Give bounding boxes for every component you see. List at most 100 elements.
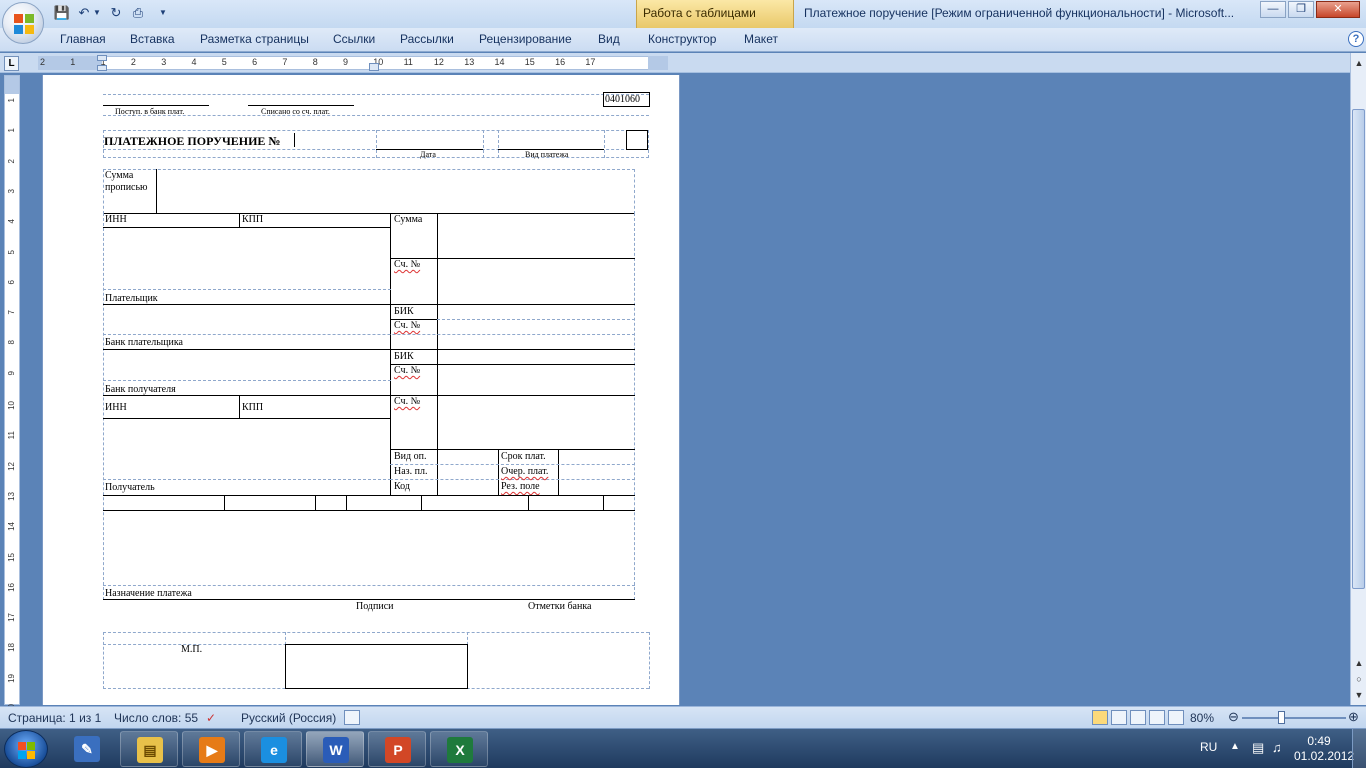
draft-view-icon[interactable] bbox=[1168, 710, 1184, 725]
clock-time: 0:49 bbox=[1307, 734, 1331, 748]
tab-view[interactable]: Вид bbox=[598, 32, 620, 46]
zoom-out-icon[interactable]: ⊖ bbox=[1228, 709, 1239, 725]
grid-line bbox=[634, 213, 635, 600]
minimize-button[interactable]: — bbox=[1260, 1, 1286, 18]
show-desktop-button[interactable] bbox=[1352, 729, 1366, 768]
payer-bik-label: БИК bbox=[394, 306, 414, 317]
line bbox=[421, 495, 422, 510]
undo-icon[interactable]: ↶ bbox=[74, 4, 94, 22]
close-button[interactable]: ✕ bbox=[1316, 1, 1360, 18]
outline-view-icon[interactable] bbox=[1149, 710, 1165, 725]
ruler-tick-label: 12 bbox=[433, 57, 444, 67]
print-layout-view-icon[interactable] bbox=[1092, 710, 1108, 725]
page-count[interactable]: Страница: 1 из 1 bbox=[8, 711, 101, 725]
line bbox=[103, 510, 635, 511]
print-icon[interactable]: ⎙ bbox=[128, 4, 148, 22]
tab-insert[interactable]: Вставка bbox=[130, 32, 175, 46]
line bbox=[239, 213, 240, 227]
ruler-tick-label: 2 bbox=[40, 57, 46, 67]
ruler-v-tick-label: 17 bbox=[7, 613, 16, 622]
proofing-icon[interactable]: ✓ bbox=[206, 711, 216, 725]
save-icon[interactable]: 💾 bbox=[52, 4, 72, 22]
excel-taskbar-button[interactable]: X bbox=[430, 731, 488, 767]
internet-explorer-icon: e bbox=[261, 737, 287, 763]
tab-review[interactable]: Рецензирование bbox=[479, 32, 572, 46]
office-button[interactable] bbox=[2, 2, 44, 44]
zoom-in-icon[interactable]: ⊕ bbox=[1348, 709, 1359, 725]
language-indicator[interactable]: Русский (Россия) bbox=[241, 711, 336, 725]
vertical-scrollbar[interactable]: ▲ ▲ ○ ▼ bbox=[1350, 53, 1366, 705]
grid-line bbox=[103, 289, 391, 290]
vertical-ruler[interactable]: 11234567891011121314151617181920 bbox=[4, 75, 20, 713]
volume-icon[interactable]: ♫ bbox=[1272, 740, 1282, 755]
line bbox=[103, 304, 635, 305]
powerpoint-taskbar-button[interactable]: P bbox=[368, 731, 426, 767]
scroll-up-icon[interactable]: ▲ bbox=[1353, 57, 1365, 69]
line-received bbox=[103, 105, 209, 106]
sum-label: Сумма bbox=[394, 214, 423, 225]
tab-design[interactable]: Конструктор bbox=[648, 32, 716, 46]
tab-mailings[interactable]: Рассылки bbox=[400, 32, 454, 46]
line bbox=[103, 213, 635, 214]
customize-qat-icon[interactable]: ▼ bbox=[156, 4, 170, 22]
ruler-tick-label: 11 bbox=[403, 57, 413, 67]
media-player-taskbar-button[interactable]: ▶ bbox=[182, 731, 240, 767]
ruler-v-tick-label: 2 bbox=[7, 158, 16, 164]
ruler-v-tick-label: 14 bbox=[7, 522, 16, 532]
line bbox=[603, 495, 604, 510]
folder-icon: ▤ bbox=[137, 737, 163, 763]
grid-line bbox=[648, 130, 649, 158]
first-line-indent-marker[interactable] bbox=[97, 55, 107, 61]
start-button[interactable] bbox=[4, 730, 48, 768]
previous-page-icon[interactable]: ▲ bbox=[1353, 657, 1365, 669]
network-icon[interactable]: ▤ bbox=[1252, 740, 1264, 756]
document-page[interactable]: 0401060 Поступ. в банк плат. Списано со … bbox=[42, 75, 680, 705]
help-icon[interactable]: ? bbox=[1348, 31, 1364, 47]
tab-page-layout[interactable]: Разметка страницы bbox=[200, 32, 309, 46]
line bbox=[103, 599, 635, 600]
web-layout-icon[interactable] bbox=[1130, 710, 1146, 725]
excel-icon: X bbox=[447, 737, 473, 763]
zoom-slider-thumb[interactable] bbox=[1278, 711, 1285, 724]
recipient-bank-account-label: Сч. № bbox=[394, 365, 421, 376]
tab-layout[interactable]: Макет bbox=[744, 32, 778, 46]
payer-account-label: Сч. № bbox=[394, 259, 421, 270]
grid-line bbox=[649, 632, 650, 689]
scroll-thumb[interactable] bbox=[1352, 109, 1365, 589]
payer-kpp-label: КПП bbox=[242, 214, 264, 225]
full-screen-reading-icon[interactable] bbox=[1111, 710, 1127, 725]
internet-explorer-taskbar-button[interactable]: e bbox=[244, 731, 302, 767]
show-hidden-icons-icon[interactable]: ▲ bbox=[1230, 741, 1240, 752]
undo-dropdown-icon[interactable]: ▼ bbox=[92, 4, 102, 22]
ruler-v-tick-label: 13 bbox=[7, 491, 16, 501]
explorer-taskbar-button[interactable]: ▤ bbox=[120, 731, 178, 767]
maximize-button[interactable]: ❐ bbox=[1288, 1, 1314, 18]
recipient-bank-label: Банк получателя bbox=[105, 384, 176, 395]
ruler-v-tick-label: 1 bbox=[7, 128, 16, 133]
ruler-tick-label: 14 bbox=[494, 57, 505, 67]
word-taskbar-button[interactable]: W bbox=[306, 731, 364, 767]
payer-bank-account-label: Сч. № bbox=[394, 320, 421, 331]
ruler-tick-label: 3 bbox=[161, 57, 167, 67]
left-indent-marker[interactable] bbox=[97, 65, 107, 71]
macro-record-icon[interactable] bbox=[344, 710, 360, 725]
horizontal-ruler[interactable]: L 2 1 1 2 3 4 5 6 7 8 9 10 11 12 13 14 15 16 17 bbox=[0, 53, 1366, 73]
word-count[interactable]: Число слов: 55 bbox=[114, 711, 198, 725]
pinned-app-icon[interactable]: ✎ bbox=[70, 735, 104, 763]
tab-references[interactable]: Ссылки bbox=[333, 32, 375, 46]
right-indent-marker[interactable] bbox=[369, 63, 379, 71]
ruler-v-tick-label: 3 bbox=[7, 188, 16, 194]
clock[interactable]: 0:49 01.02.2012 bbox=[1294, 734, 1354, 764]
grid-line bbox=[103, 585, 635, 586]
signature-line-1 bbox=[285, 644, 467, 645]
table-tools-context-tab: Работа с таблицами bbox=[636, 0, 794, 28]
ruler-tick-label: 16 bbox=[555, 57, 566, 67]
tab-selector[interactable]: L bbox=[4, 56, 19, 71]
browse-object-icon[interactable]: ○ bbox=[1353, 673, 1365, 685]
tab-home[interactable]: Главная bbox=[60, 32, 106, 46]
redo-icon[interactable]: ↻ bbox=[106, 4, 126, 22]
language-tray[interactable]: RU bbox=[1200, 740, 1217, 754]
next-page-icon[interactable]: ▼ bbox=[1353, 689, 1365, 701]
zoom-slider[interactable] bbox=[1242, 717, 1346, 719]
zoom-level[interactable]: 80% bbox=[1190, 711, 1214, 725]
